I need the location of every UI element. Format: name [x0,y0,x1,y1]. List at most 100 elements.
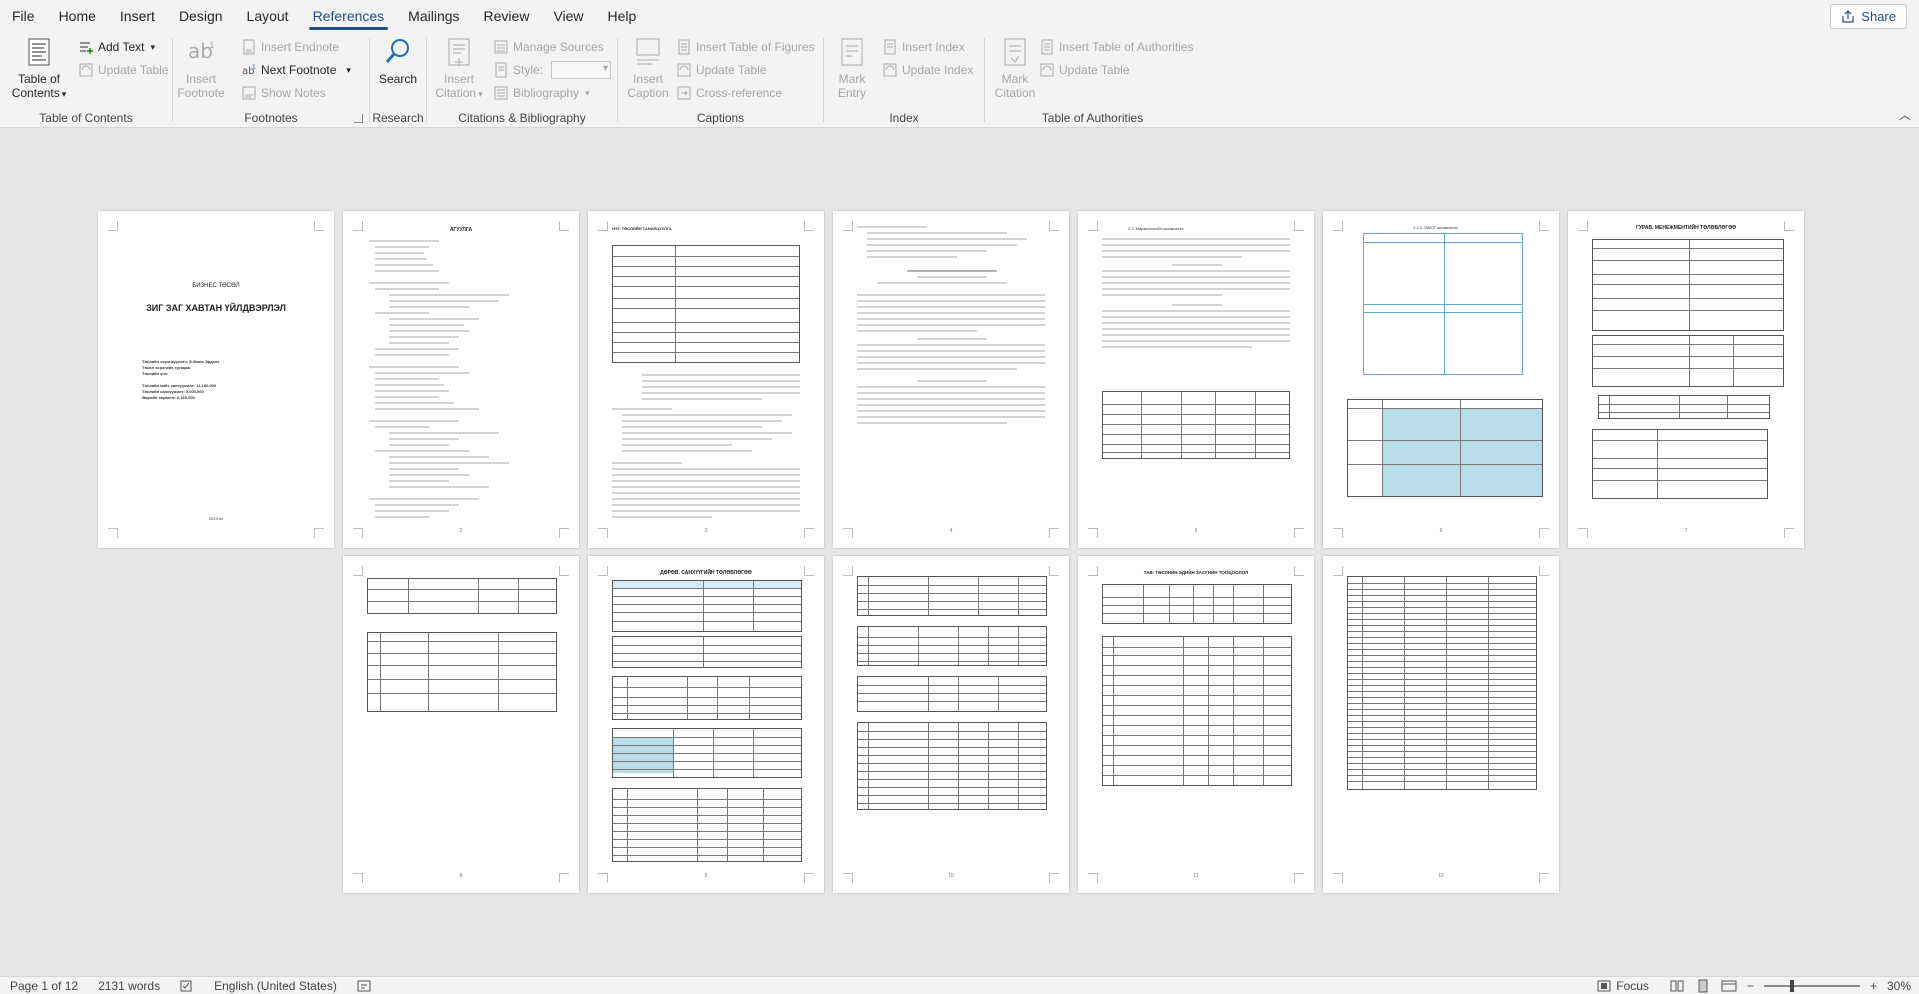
read-mode-icon[interactable] [1669,979,1685,993]
page-thumbnail-12[interactable]: 12 [1323,556,1559,893]
insert-table-of-figures-button[interactable]: Insert Table of Figures [676,36,815,58]
document-area[interactable]: БИЗНЕС ТӨСӨЛ ЗИГ ЗАГ ХАВТАН ҮЙЛДВЭРЛЭЛ Т… [0,129,1919,976]
mark-entry-icon [841,38,863,66]
insert-endnote-button[interactable]: Insert Endnote [241,36,339,58]
next-footnote-button[interactable]: ab 1 Next Footnote ▾ [241,59,351,81]
word-count[interactable]: 2131 words [88,979,170,993]
search-icon [385,39,409,63]
mark-citation-button[interactable]: Mark Citation [989,34,1041,100]
tab-home[interactable]: Home [47,0,108,32]
page-thumbnail-8[interactable]: 8 [343,556,579,893]
insert-citation-icon [448,38,470,66]
page1-line: Өөрийн хөрөнгө: 6,160,000 [142,395,195,400]
page-thumbnail-5[interactable]: 2.2. Маркетингийн шинжилгээ 5 [1078,211,1314,548]
focus-button[interactable]: Focus [1587,979,1659,993]
insert-caption-button[interactable]: Insert Caption [624,34,672,100]
zoom-in-button[interactable]: + [1870,979,1877,993]
insert-table-of-authorities-button[interactable]: Insert Table of Authorities [1039,36,1194,58]
proofing-check-icon [180,980,192,991]
zoom-slider[interactable] [1763,980,1860,992]
table-of-authorities-icon [1041,39,1053,55]
page-thumbnail-3[interactable]: НЭГ. ТӨСЛИЙН ТАНИЛЦУУЛГА 3 [588,211,824,548]
page-thumbnail-2[interactable]: АГУУЛГА 2 [343,211,579,548]
group-label-index: Index [889,111,919,125]
page-thumbnail-7[interactable]: ГУРАВ. МЕНЕЖМЕНТИЙН ТӨЛӨВЛӨГӨӨ 7 [1568,211,1804,548]
page-thumbnail-4[interactable]: 4 [833,211,1069,548]
tab-mailings[interactable]: Mailings [396,0,471,32]
page-thumbnail-10[interactable]: 10 [833,556,1069,893]
manage-sources-button[interactable]: Manage Sources [493,36,604,58]
table-of-contents-button[interactable]: Table of Contents ▾ [6,34,72,101]
update-index-button[interactable]: Update Index [882,59,973,81]
page-number: 9 [704,873,708,879]
tab-references[interactable]: References [301,0,397,32]
tab-insert[interactable]: Insert [108,0,167,32]
svg-text:1: 1 [209,41,215,51]
page1-line: Төсөл хэрэгжих хугацаа: [142,365,192,370]
mark-entry-button[interactable]: Mark Entry [828,34,876,100]
group-table-of-authorities: Mark Citation Insert Table of Authoritie… [985,32,1200,128]
page-thumbnail-6[interactable]: 2.2.3. SWOT шинжилгээ 6 [1323,211,1559,548]
search-button[interactable]: Search [374,34,422,86]
print-layout-icon[interactable] [1695,979,1711,993]
group-research: Search Research [370,32,426,128]
collapse-ribbon-chevron-icon[interactable]: ︿ [1899,106,1911,123]
page-thumbnail-1[interactable]: БИЗНЕС ТӨСӨЛ ЗИГ ЗАГ ХАВТАН ҮЙЛДВЭРЛЭЛ Т… [98,211,334,548]
page10-table-2 [857,626,1047,666]
page7-title: ГУРАВ. МЕНЕЖМЕНТИЙН ТӨЛӨВЛӨГӨӨ [1636,225,1736,231]
zoom-level[interactable]: 30% [1887,979,1911,993]
page9-table-4 [612,728,802,778]
tab-layout[interactable]: Layout [235,0,301,32]
page1-line: Төслийн хэрэгжүүлэгч: Б.Мөнх-Эрдэнэ [142,359,220,364]
add-text-button[interactable]: Add Text ▾ [78,36,155,58]
page1-title-line2: ЗИГ ЗАГ ХАВТАН ҮЙЛДВЭРЛЭЛ [146,303,286,313]
insert-citation-button[interactable]: Insert Citation ▾ [431,34,487,101]
zoom-out-button[interactable]: − [1747,979,1754,993]
show-notes-button[interactable]: Show Notes [241,82,326,104]
update-figures-table-button[interactable]: Update Table [676,59,767,81]
tab-view[interactable]: View [541,0,595,32]
insert-footnote-button[interactable]: ab 1 Insert Footnote [177,34,225,100]
tab-help[interactable]: Help [596,0,649,32]
page9-title: ДӨРӨВ. САНХҮҮГИЙН ТӨЛӨВЛӨГӨӨ [660,570,752,576]
style-dropdown[interactable] [551,61,612,79]
update-authorities-table-button[interactable]: Update Table [1039,59,1130,81]
accessibility-status[interactable] [347,980,381,992]
page6-title: 2.2.3. SWOT шинжилгээ [1413,225,1458,230]
mark-citation-icon [1004,38,1026,66]
insert-index-button[interactable]: Insert Index [882,36,965,58]
cross-reference-button[interactable]: Cross-reference [676,82,782,104]
web-layout-icon[interactable] [1721,979,1737,993]
page7-table-2 [1592,335,1784,387]
group-label-citations: Citations & Bibliography [458,111,586,125]
citation-style-select[interactable]: Style: [493,59,612,81]
language-status[interactable]: English (United States) [204,979,347,993]
page12-table [1347,576,1537,790]
page5-title: 2.2. Маркетингийн шинжилгээ [1128,226,1184,231]
group-citations-bibliography: Insert Citation▾ Manage Sources Style: B… [427,32,617,128]
ribbon: Table of Contents ▾ Add Text ▾ Update Tabl… [0,32,1919,128]
page7-table-1 [1592,239,1784,331]
page-number: 2 [459,528,463,534]
share-label: Share [1861,9,1896,24]
footnotes-dialog-launcher[interactable] [354,114,363,123]
page-thumbnail-11[interactable]: ТАВ. ТӨСЛИЙН ЭДИЙН ЗАСГИЙН ТООЦООЛОЛ 11 [1078,556,1314,893]
share-button[interactable]: Share [1830,4,1907,29]
update-toc-button[interactable]: Update Table [78,59,169,81]
insert-endnote-icon [243,39,255,55]
tab-review[interactable]: Review [472,0,542,32]
page-thumbnail-9[interactable]: ДӨРӨВ. САНХҮҮГИЙН ТӨЛӨВЛӨГӨӨ 9 [588,556,824,893]
focus-icon [1597,980,1611,992]
page-number: 10 [948,873,954,879]
page4-text-lines [857,226,1045,424]
page-number: 7 [1684,528,1688,534]
update-table-icon [677,63,691,77]
page1-title-line1: БИЗНЕС ТӨСӨЛ [192,283,240,289]
bibliography-button[interactable]: Bibliography ▾ [493,82,590,104]
tab-design[interactable]: Design [167,0,235,32]
accessibility-icon [357,980,371,991]
tab-file[interactable]: File [0,0,47,32]
proofing-status[interactable] [170,980,204,992]
page-count[interactable]: Page 1 of 12 [0,979,88,993]
page9-table-5 [612,788,802,862]
